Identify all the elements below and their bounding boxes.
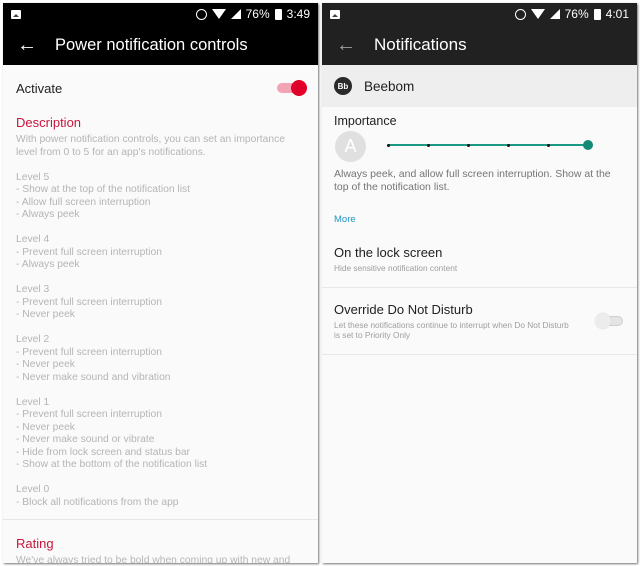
importance-level-icon: A [335, 131, 366, 162]
signal-icon [549, 9, 560, 19]
level-title: Level 3 [16, 284, 50, 295]
lock-screen-title: On the lock screen [334, 245, 443, 260]
level-block: Level 1- Prevent full screen interruptio… [16, 397, 305, 472]
back-arrow-icon[interactable]: ← [322, 34, 370, 57]
description-heading: Description [16, 115, 82, 130]
power-notification-screen: 76% 3:49 ← Power notification controls A… [3, 3, 318, 563]
level-block: Level 5- Show at the top of the notifica… [16, 172, 305, 222]
wifi-icon [211, 9, 226, 19]
lock-screen-setting[interactable]: On the lock screen Hide sensitive notifi… [322, 245, 637, 288]
clock: 3:49 [286, 7, 310, 21]
dnd-toggle[interactable] [595, 313, 625, 329]
level-line: - Hide from lock screen and status bar [16, 446, 190, 458]
page-title: Notifications [374, 35, 467, 54]
clock: 4:01 [605, 7, 629, 21]
level-block: Level 4- Prevent full screen interruptio… [16, 234, 305, 272]
more-link[interactable]: More [334, 214, 356, 225]
slider-tick [466, 143, 470, 147]
importance-title: Importance [334, 114, 397, 128]
dnd-subtitle: Let these notifications continue to inte… [334, 320, 569, 340]
level-line: - Allow full screen interruption [16, 196, 151, 208]
override-dnd-setting[interactable]: Override Do Not Disturb Let these notifi… [322, 288, 637, 355]
level-line: - Show at the bottom of the notification… [16, 459, 208, 470]
app-bar: ← Power notification controls [3, 25, 318, 65]
app-header: Bb Beebom [322, 65, 637, 107]
gallery-notification-icon [11, 9, 21, 19]
app-notifications-screen: 76% 4:01 ← Notifications Bb Beebom Impor… [322, 3, 637, 563]
battery-icon [274, 8, 282, 20]
lock-screen-subtitle: Hide sensitive notification content [334, 263, 458, 273]
level-title: Level 4 [16, 234, 50, 245]
status-bar: 76% 4:01 [322, 3, 637, 25]
slider-knob[interactable] [583, 140, 593, 150]
toggle-thumb [595, 313, 611, 329]
activate-toggle[interactable] [277, 80, 307, 96]
level-line: - Prevent full screen interruption [16, 409, 162, 420]
app-bar: ← Notifications [322, 25, 637, 65]
slider-tick [386, 143, 390, 147]
wifi-icon [530, 9, 545, 19]
slider-tick [546, 143, 550, 147]
level-block: Level 2- Prevent full screen interruptio… [16, 334, 305, 384]
battery-icon [593, 8, 601, 20]
level-title: Level 1 [16, 396, 50, 408]
level-title: Level 2 [16, 334, 50, 345]
level-line: - Prevent full screen interruption [16, 346, 162, 358]
importance-description: Always peek, and allow full screen inter… [334, 168, 611, 193]
level-line: - Never peek [16, 359, 75, 370]
slider-tick [506, 143, 510, 147]
level-title: Level 0 [16, 484, 50, 495]
app-name: Beebom [364, 78, 415, 94]
level-line: - Never peek [16, 309, 75, 320]
back-arrow-icon[interactable]: ← [3, 34, 51, 57]
level-line: - Always peek [16, 209, 80, 220]
activate-label: Activate [16, 80, 63, 96]
level-line: - Prevent full screen interruption [16, 246, 162, 258]
level-title: Level 5 [16, 171, 50, 183]
alarm-icon [514, 8, 526, 20]
level-block: Level 0- Block all notifications from th… [16, 484, 305, 509]
page-title: Power notification controls [55, 35, 248, 54]
battery-percent: 76% [564, 7, 589, 21]
signal-icon [230, 9, 241, 19]
beebom-app-icon: Bb [334, 77, 352, 95]
level-line: - Never make sound and vibration [16, 371, 171, 383]
level-block: Level 3- Prevent full screen interruptio… [16, 284, 305, 322]
level-line: - Show at the top of the notification li… [16, 184, 191, 195]
description-intro: With power notification controls, you ca… [16, 134, 285, 158]
slider-track [388, 144, 588, 146]
alarm-icon [195, 8, 207, 20]
level-list: Level 5- Show at the top of the notifica… [16, 172, 305, 510]
slider-tick [426, 143, 430, 147]
level-line: - Always peek [16, 259, 80, 270]
rating-text: We've always tried to be bold when comin… [16, 555, 291, 563]
dnd-title: Override Do Not Disturb [334, 302, 473, 317]
gallery-notification-icon [330, 9, 340, 19]
level-line: - Never make sound or vibrate [16, 434, 155, 445]
battery-percent: 76% [245, 7, 270, 21]
rating-heading: Rating [16, 536, 54, 551]
description-body: With power notification controls, you ca… [16, 134, 305, 509]
status-bar: 76% 3:49 [3, 3, 318, 25]
importance-slider[interactable] [386, 140, 593, 150]
activate-row[interactable]: Activate [16, 65, 307, 111]
level-line: - Block all notifications from the app [16, 496, 179, 508]
toggle-thumb [291, 80, 307, 96]
level-line: - Never peek [16, 421, 75, 433]
level-line: - Prevent full screen interruption [16, 296, 162, 308]
